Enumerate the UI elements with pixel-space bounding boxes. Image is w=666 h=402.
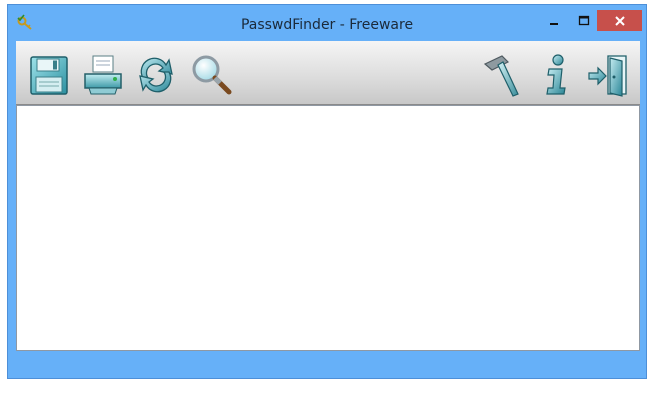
minimize-icon xyxy=(550,23,558,25)
exit-door-icon[interactable] xyxy=(586,52,632,98)
app-window: PasswdFinder - Freeware xyxy=(7,4,647,379)
hammer-icon[interactable] xyxy=(478,52,524,98)
title-bar[interactable]: PasswdFinder - Freeware xyxy=(8,5,646,41)
magnifier-icon[interactable] xyxy=(188,52,234,98)
status-bar xyxy=(16,353,640,377)
minimize-button[interactable] xyxy=(540,11,568,31)
toolbar xyxy=(16,41,640,105)
maximize-icon xyxy=(578,15,590,26)
results-panel[interactable] xyxy=(16,105,640,351)
close-icon xyxy=(614,15,625,26)
floppy-disk-icon[interactable] xyxy=(26,52,72,98)
maximize-button[interactable] xyxy=(570,11,598,31)
close-button[interactable] xyxy=(597,10,642,31)
info-icon[interactable] xyxy=(532,52,578,98)
refresh-icon[interactable] xyxy=(133,52,179,98)
printer-icon[interactable] xyxy=(80,52,126,98)
